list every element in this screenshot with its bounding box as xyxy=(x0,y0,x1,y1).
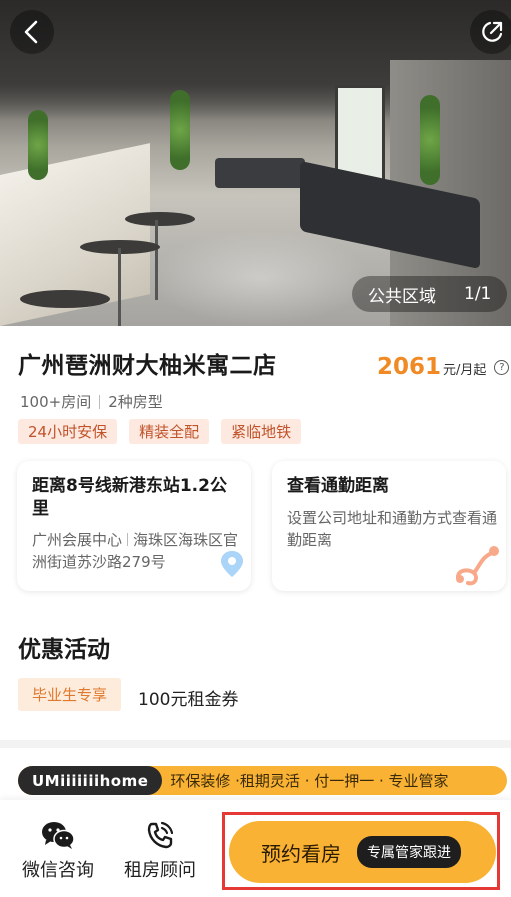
photo-sofa-back xyxy=(215,158,305,188)
divider xyxy=(127,533,129,546)
room-type-count: 2种房型 xyxy=(108,393,163,411)
promotions-section: 优惠活动 毕业生专享 100元租金券 xyxy=(0,612,511,740)
location-title: 距离8号线新港东站1.2公里 xyxy=(32,476,227,519)
wechat-consult-label: 微信咨询 xyxy=(22,860,94,881)
price-block: 2061 元/月起 ? xyxy=(377,354,510,380)
photo-stool-leg xyxy=(118,248,121,326)
commute-card[interactable]: 查看通勤距离 设置公司地址和通勤方式查看通勤距离 xyxy=(272,461,506,591)
share-icon xyxy=(482,21,503,42)
photo-counter: 1/1 xyxy=(464,284,492,304)
apartment-info: 广州琶洲财大柚米寓二店 2061 元/月起 ? 100+房间 2种房型 24小时… xyxy=(0,326,511,612)
route-icon xyxy=(456,546,499,586)
location-pin-icon xyxy=(221,551,243,577)
photo-stool xyxy=(125,212,195,226)
brand-logo: UMiiiiiiihome xyxy=(18,766,163,795)
brand-slogan: 环保装修 ·租期灵活 · 付一押一 · 专业管家 xyxy=(170,772,449,790)
location-area: 广州会展中心 xyxy=(32,531,123,549)
hero-photo[interactable]: 公共区域 1/1 xyxy=(0,0,511,326)
location-address: 广州会展中心 海珠区海珠区官洲街道苏沙路279号 xyxy=(32,529,244,573)
phone-icon xyxy=(147,821,174,849)
rental-consultant-button[interactable]: 租房顾问 xyxy=(116,820,204,882)
promotion-badge: 毕业生专享 xyxy=(18,678,122,711)
photo-plant xyxy=(170,90,190,170)
rental-consultant-label: 租房顾问 xyxy=(124,860,196,881)
photo-floor xyxy=(150,230,370,326)
wechat-icon xyxy=(42,822,75,849)
back-button[interactable] xyxy=(10,10,54,54)
room-meta: 100+房间 2种房型 xyxy=(20,391,163,412)
photo-category-tag[interactable]: 公共区域 1/1 xyxy=(352,276,508,312)
brand-section: UMiiiiiiihome 环保装修 ·租期灵活 · 付一押一 · 专业管家 xyxy=(0,748,511,808)
promotion-text[interactable]: 100元租金券 xyxy=(138,685,238,710)
commute-title: 查看通勤距离 xyxy=(287,476,389,496)
wechat-consult-button[interactable]: 微信咨询 xyxy=(14,820,102,882)
room-count: 100+房间 xyxy=(20,393,92,411)
photo-plant xyxy=(28,110,48,180)
divider xyxy=(99,394,101,409)
book-viewing-label: 预约看房 xyxy=(261,841,341,866)
brand-banner[interactable]: UMiiiiiiihome 环保装修 ·租期灵活 · 付一押一 · 专业管家 xyxy=(18,766,507,795)
butler-badge: 专属管家跟进 xyxy=(357,836,461,868)
photo-label: 公共区域 xyxy=(368,286,436,307)
share-button[interactable] xyxy=(470,10,511,54)
photo-stool-leg xyxy=(155,220,158,300)
feature-tag: 24小时安保 xyxy=(18,419,118,444)
book-viewing-button[interactable]: 预约看房 专属管家跟进 xyxy=(229,821,496,883)
location-card[interactable]: 距离8号线新港东站1.2公里 广州会展中心 海珠区海珠区官洲街道苏沙路279号 xyxy=(17,461,251,591)
photo-plant xyxy=(420,95,440,185)
promotions-title: 优惠活动 xyxy=(18,637,110,663)
feature-tags: 24小时安保 精装全配 紧临地铁 xyxy=(18,419,302,444)
price-unit: 元/月起 xyxy=(443,363,487,378)
photo-stool xyxy=(20,290,110,308)
price-value: 2061 xyxy=(377,354,442,380)
feature-tag: 紧临地铁 xyxy=(221,419,302,444)
back-arrow-icon xyxy=(24,20,38,44)
price-help-icon[interactable]: ? xyxy=(494,359,510,375)
book-viewing-highlight: 预约看房 专属管家跟进 xyxy=(222,812,500,890)
apartment-name: 广州琶洲财大柚米寓二店 xyxy=(18,353,277,379)
feature-tag: 精装全配 xyxy=(129,419,210,444)
